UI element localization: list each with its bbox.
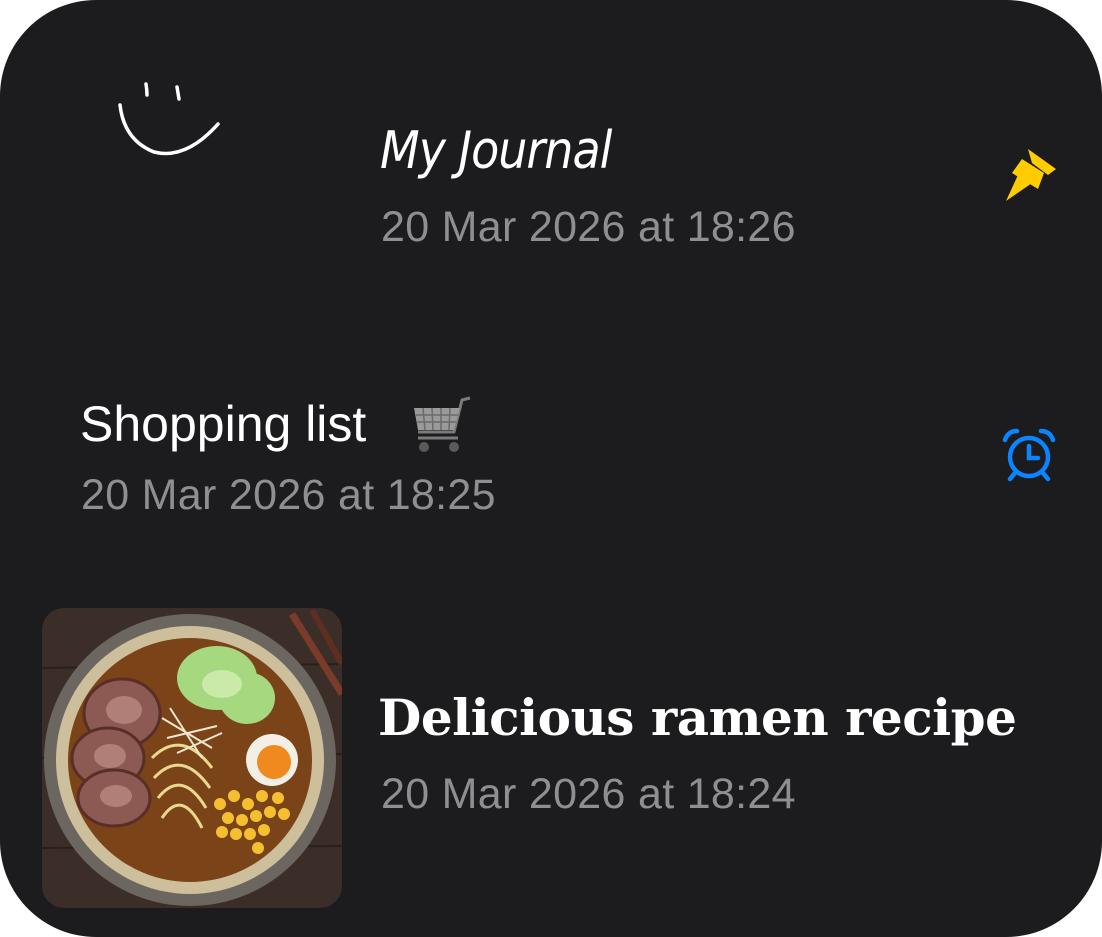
note-title: Delicious ramen recipe (378, 688, 1017, 747)
note-title: Shopping list (80, 396, 367, 452)
alarm-clock-icon (1002, 428, 1056, 482)
note-item-ramen-recipe[interactable]: Delicious ramen recipe 20 Mar 2026 at 18… (0, 600, 1102, 920)
note-item-shopping-list[interactable]: Shopping list 20 Mar 2026 at 18:25 (0, 370, 1102, 540)
note-date: 20 Mar 2026 at 18:26 (381, 203, 796, 251)
smiley-doodle-thumbnail (118, 82, 220, 156)
note-item-my-journal[interactable]: My Journal 20 Mar 2026 at 18:26 (0, 0, 1102, 300)
note-title: My Journal (380, 120, 612, 181)
ramen-photo-thumbnail (42, 608, 342, 908)
pin-icon (1006, 149, 1056, 201)
notes-widget: My Journal 20 Mar 2026 at 18:26 Shopping… (0, 0, 1102, 937)
note-date: 20 Mar 2026 at 18:24 (381, 770, 796, 818)
note-date: 20 Mar 2026 at 18:25 (81, 471, 496, 519)
shopping-cart-icon (414, 396, 471, 452)
